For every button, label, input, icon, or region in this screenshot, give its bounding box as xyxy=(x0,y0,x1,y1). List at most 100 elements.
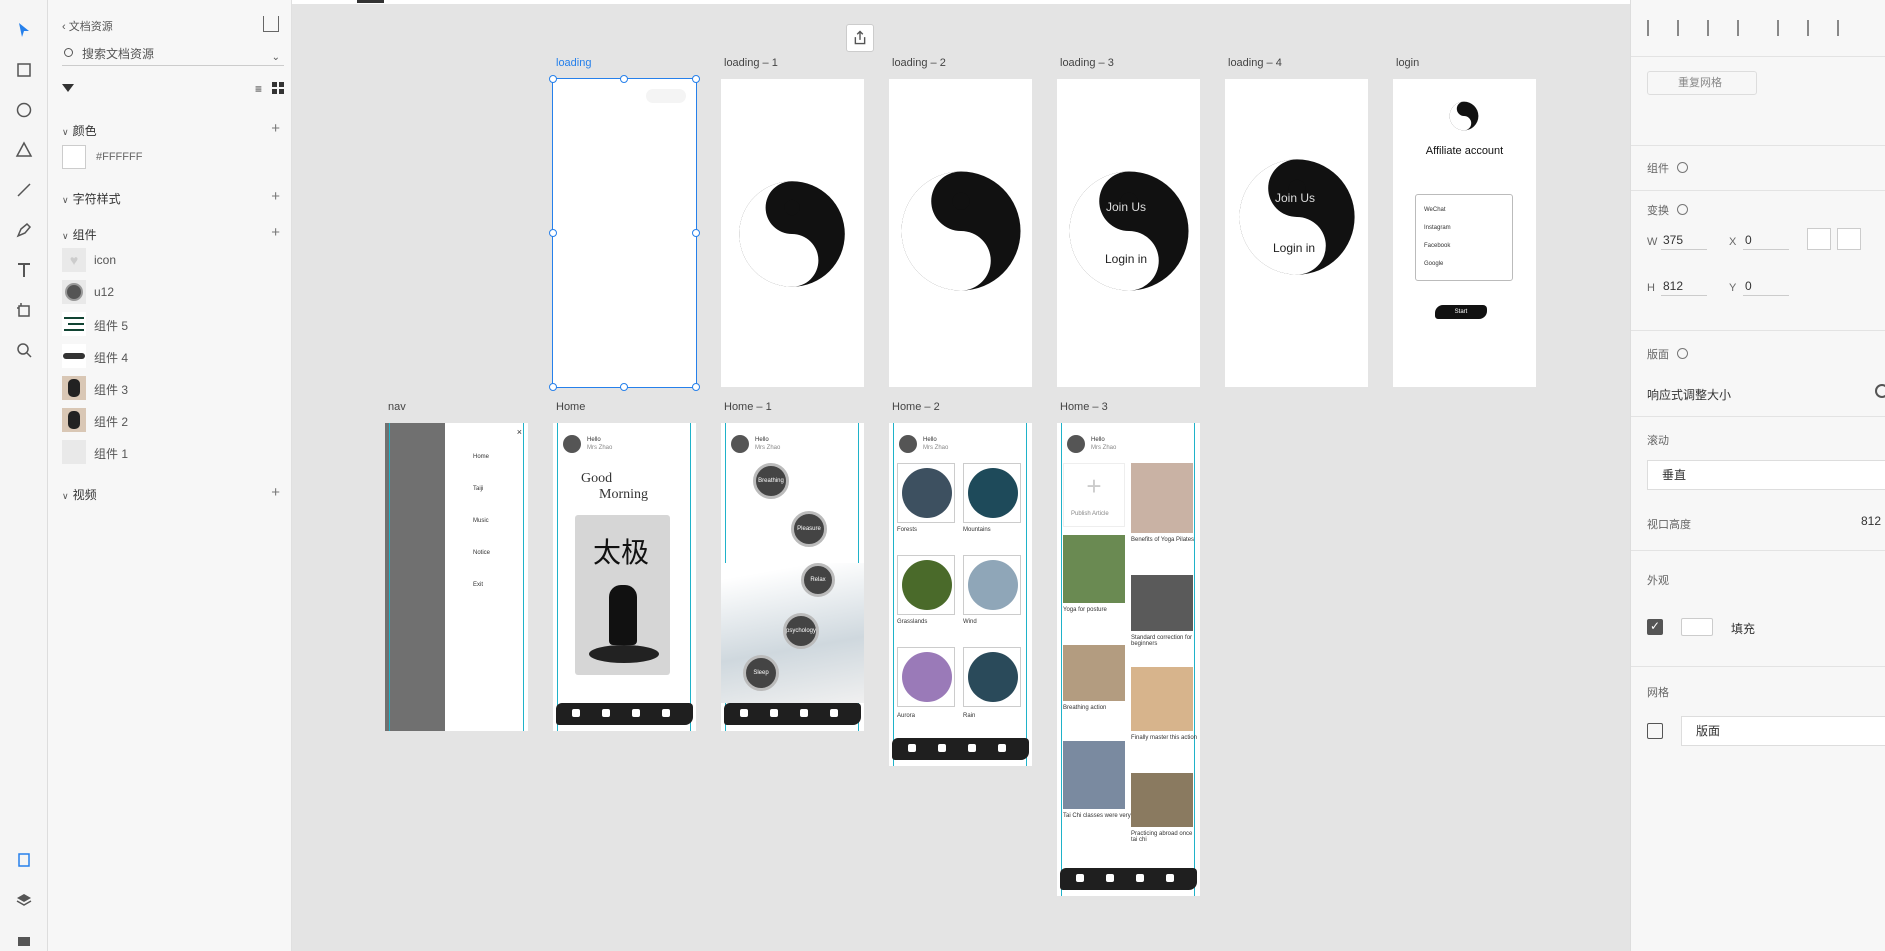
info-icon[interactable] xyxy=(1677,204,1688,215)
resize-handle[interactable] xyxy=(692,383,700,391)
align-right-icon[interactable] xyxy=(1837,20,1851,36)
social-option-instagram[interactable]: Instagram xyxy=(1424,225,1451,231)
section-colors[interactable]: ∨ 颜色 + xyxy=(62,120,284,139)
artboard-label-loading-4[interactable]: loading – 4 xyxy=(1228,57,1282,69)
publish-article-card[interactable]: + xyxy=(1063,463,1125,527)
bubble-breathing[interactable]: Breathing xyxy=(753,463,789,499)
sort-icon[interactable]: ≡ xyxy=(255,82,262,96)
polygon-tool-icon[interactable] xyxy=(10,136,38,164)
artboard-loading[interactable] xyxy=(552,78,697,388)
repeat-grid-button[interactable]: 重复网格 xyxy=(1647,71,1757,95)
add-component-icon[interactable]: + xyxy=(271,224,280,241)
artboard-nav[interactable]: × Home Taiji Music Notice Exit xyxy=(385,423,528,731)
component-item[interactable]: 组件 2 xyxy=(62,408,284,432)
component-item[interactable]: 组件 4 xyxy=(62,344,284,368)
info-icon[interactable] xyxy=(1677,162,1688,173)
article-image[interactable] xyxy=(1063,535,1125,603)
distribute-vertical-icon[interactable] xyxy=(1737,20,1751,36)
info-icon[interactable] xyxy=(1677,348,1688,359)
resize-handle[interactable] xyxy=(620,75,628,83)
article-image[interactable] xyxy=(1131,667,1193,731)
social-option-google[interactable]: Google xyxy=(1424,261,1443,267)
start-button[interactable]: Start xyxy=(1435,305,1487,319)
bubble-relax[interactable]: Relax xyxy=(801,563,835,597)
assets-panel-icon[interactable] xyxy=(10,846,38,874)
add-video-icon[interactable]: + xyxy=(271,484,280,501)
artboard-label-home[interactable]: Home xyxy=(556,401,585,413)
artboard-label-loading[interactable]: loading xyxy=(556,57,591,69)
nav-item-notice[interactable]: Notice xyxy=(473,550,490,556)
y-field[interactable]: 0 xyxy=(1743,276,1789,296)
align-bottom-icon[interactable] xyxy=(1707,20,1721,36)
resize-handle[interactable] xyxy=(692,75,700,83)
share-icon[interactable] xyxy=(263,16,279,32)
grid-checkbox[interactable] xyxy=(1647,723,1663,739)
nav-item-exit[interactable]: Exit xyxy=(473,582,483,588)
nav-item-taiji[interactable]: Taiji xyxy=(473,486,483,492)
component-item[interactable]: ♥ icon xyxy=(62,248,284,272)
x-field[interactable]: 0 xyxy=(1743,230,1789,250)
export-share-button[interactable] xyxy=(846,24,874,52)
article-image[interactable] xyxy=(1131,773,1193,827)
ellipse-tool-icon[interactable] xyxy=(10,96,38,124)
artboard-loading-3[interactable]: Join Us Login in xyxy=(1057,79,1200,387)
color-swatch[interactable] xyxy=(62,145,86,169)
portrait-orientation-button[interactable] xyxy=(1807,228,1831,250)
width-field[interactable]: 375 xyxy=(1661,230,1707,250)
fill-checkbox[interactable] xyxy=(1647,619,1663,635)
artboard-tool-icon[interactable] xyxy=(10,296,38,324)
component-item[interactable]: 组件 3 xyxy=(62,376,284,400)
resize-handle[interactable] xyxy=(620,383,628,391)
add-color-icon[interactable]: + xyxy=(271,120,280,137)
article-image[interactable] xyxy=(1131,575,1193,631)
artboard-label-loading-3[interactable]: loading – 3 xyxy=(1060,57,1114,69)
component-item[interactable]: 组件 5 xyxy=(62,312,284,336)
artboard-label-home-1[interactable]: Home – 1 xyxy=(724,401,772,413)
artboard-loading-2[interactable] xyxy=(889,79,1032,387)
align-middle-icon[interactable] xyxy=(1677,20,1691,36)
resize-handle[interactable] xyxy=(692,229,700,237)
add-char-style-icon[interactable]: + xyxy=(271,188,280,205)
nav-item-music[interactable]: Music xyxy=(473,518,489,524)
bubble-psychology[interactable]: psychology xyxy=(783,613,819,649)
artboard-loading-1[interactable] xyxy=(721,79,864,387)
section-char-styles[interactable]: ∨ 字符样式 + xyxy=(62,188,284,207)
section-components[interactable]: ∨ 组件 + xyxy=(62,224,284,243)
artboard-label-home-3[interactable]: Home – 3 xyxy=(1060,401,1108,413)
responsive-toggle[interactable] xyxy=(1875,384,1885,398)
resize-handle[interactable] xyxy=(549,229,557,237)
bubble-pleasure[interactable]: Pleasure xyxy=(791,511,827,547)
scroll-select[interactable]: 垂直 xyxy=(1647,460,1885,490)
nav-item-home[interactable]: Home xyxy=(473,454,489,460)
select-tool-icon[interactable] xyxy=(10,16,38,44)
plugins-panel-icon[interactable] xyxy=(10,926,38,951)
search-input[interactable]: 搜索文档资源 ⌄ xyxy=(62,44,284,66)
pen-tool-icon[interactable] xyxy=(10,216,38,244)
fill-color-swatch[interactable] xyxy=(1681,618,1713,636)
height-field[interactable]: 812 xyxy=(1661,276,1707,296)
viewport-height-value[interactable]: 812 xyxy=(1861,514,1881,528)
social-option-facebook[interactable]: Facebook xyxy=(1424,243,1450,249)
resize-handle[interactable] xyxy=(549,383,557,391)
zoom-tool-icon[interactable] xyxy=(10,336,38,364)
landscape-orientation-button[interactable] xyxy=(1837,228,1861,250)
layers-panel-icon[interactable] xyxy=(10,886,38,914)
article-image[interactable] xyxy=(1131,463,1193,533)
component-item[interactable]: 组件 1 xyxy=(62,440,284,464)
artboard-label-loading-1[interactable]: loading – 1 xyxy=(724,57,778,69)
taiji-card[interactable]: 太极 xyxy=(575,515,670,675)
grid-view-icon[interactable] xyxy=(272,82,284,94)
artboard-label-login[interactable]: login xyxy=(1396,57,1419,69)
artboard-login[interactable]: Affiliate account WeChat Instagram Faceb… xyxy=(1393,79,1536,387)
assets-back-link[interactable]: ‹ 文档资源 xyxy=(62,18,113,34)
chevron-down-icon[interactable]: ⌄ xyxy=(272,48,280,68)
line-tool-icon[interactable] xyxy=(10,176,38,204)
close-icon[interactable]: × xyxy=(517,427,522,437)
artboard-home-2[interactable]: Hello Mrs Zhao Forests Mountains Grassla… xyxy=(889,423,1032,766)
artboard-label-loading-2[interactable]: loading – 2 xyxy=(892,57,946,69)
article-image[interactable] xyxy=(1063,741,1125,809)
artboard-home[interactable]: Hello Mrs Zhao Good Morning 太极 xyxy=(553,423,696,731)
grid-type-select[interactable]: 版面 xyxy=(1681,716,1885,746)
artboard-label-home-2[interactable]: Home – 2 xyxy=(892,401,940,413)
artboard-home-1[interactable]: Hello Mrs Zhao Breathing Pleasure Relax … xyxy=(721,423,864,731)
